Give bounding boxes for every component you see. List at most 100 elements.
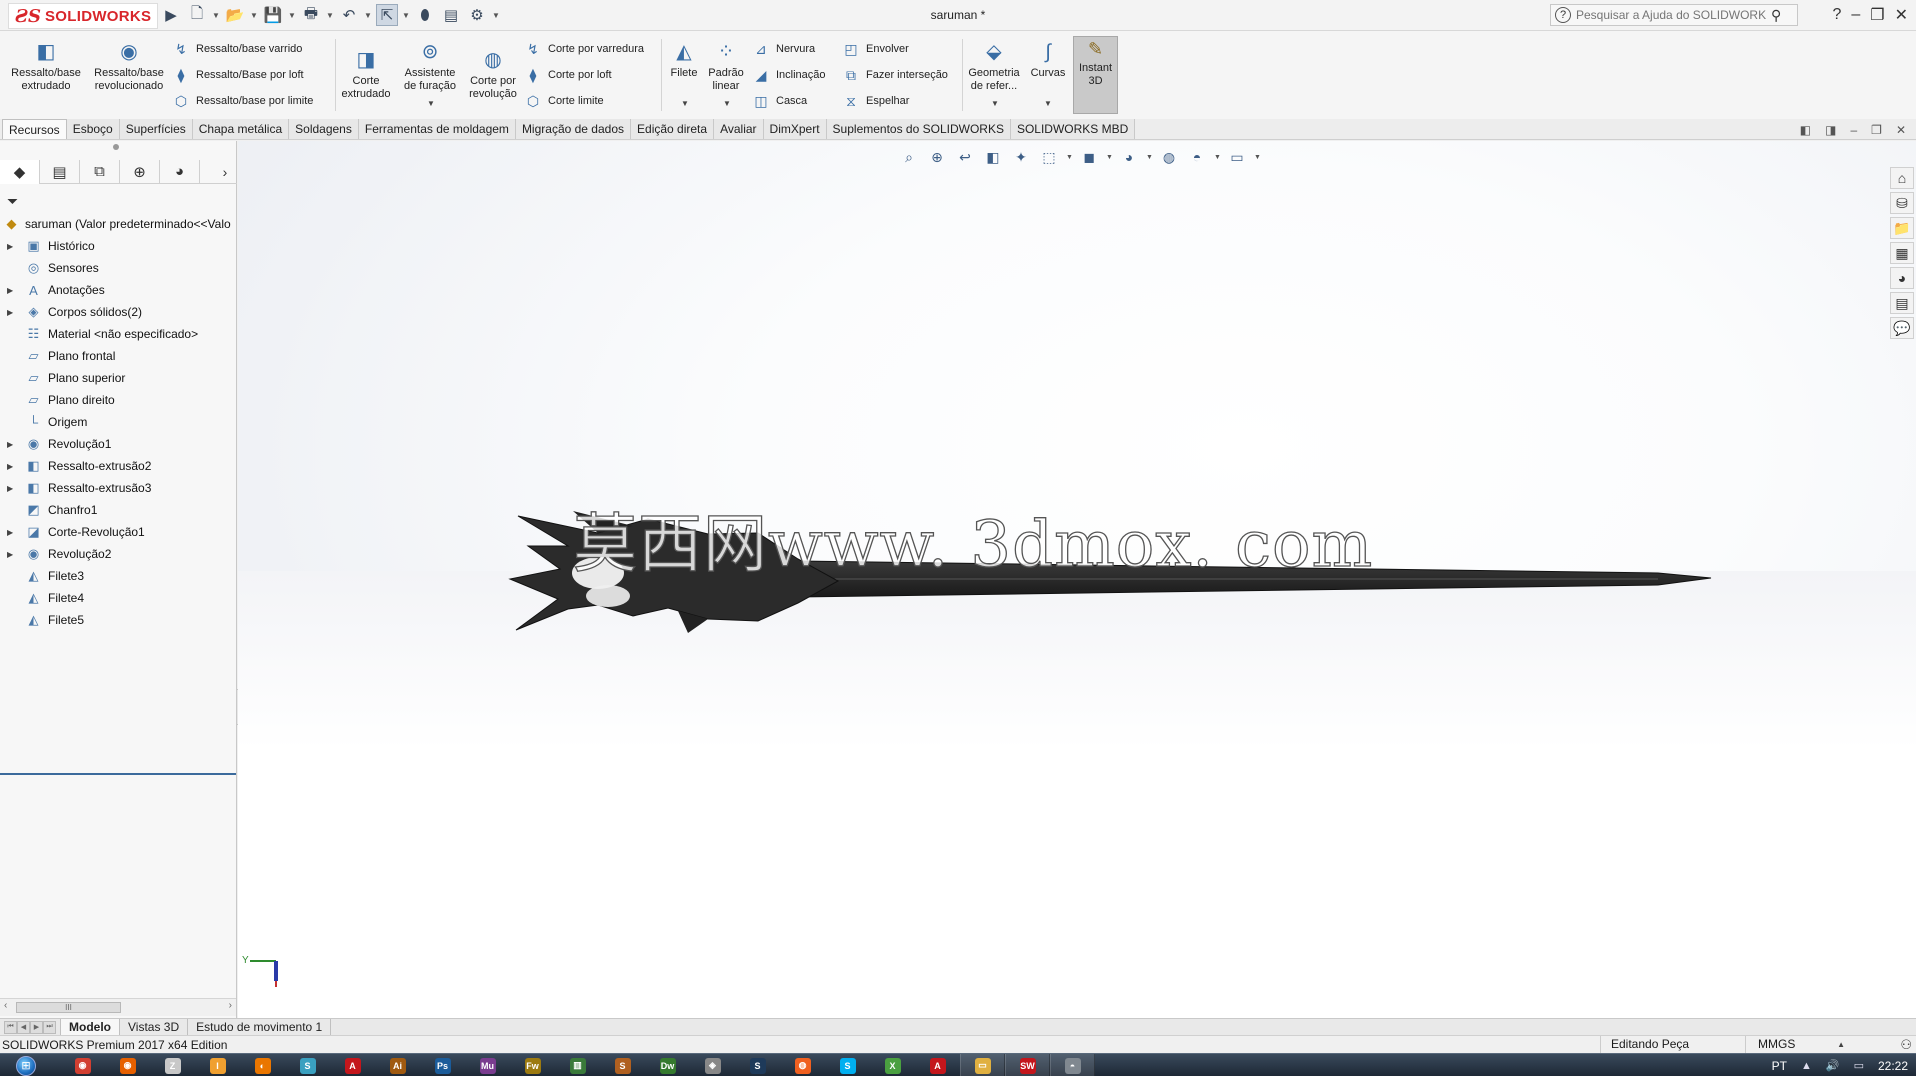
expand-arrow-icon[interactable]: ▶ — [7, 440, 13, 449]
taskbar-app-button[interactable]: S — [825, 1054, 870, 1076]
design-library-icon[interactable]: ⛁ — [1890, 192, 1914, 214]
display-manager-tab-icon[interactable]: ◕ — [160, 159, 200, 184]
taskbar-app-button[interactable]: Mu — [465, 1054, 510, 1076]
taskbar-app-button[interactable]: S — [285, 1054, 330, 1076]
taskbar-app-button[interactable]: S — [600, 1054, 645, 1076]
start-button[interactable]: ⊞ — [7, 1054, 45, 1076]
unit-system-caret-icon[interactable]: ▲ — [1837, 1036, 1845, 1053]
tab-motion-study[interactable]: Estudo de movimento 1 — [188, 1018, 332, 1036]
new-dropdown-icon[interactable]: ▼ — [212, 11, 220, 20]
expand-arrow-icon[interactable]: ▶ — [7, 286, 13, 295]
extruded-boss-button[interactable]: ◧ Ressalto/base extrudado — [8, 39, 84, 93]
help-menu-button[interactable]: ? — [1832, 6, 1841, 24]
file-properties-icon[interactable]: ▤ — [440, 4, 462, 26]
boundary-boss-button[interactable]: ⬡ Ressalto/base por limite — [172, 91, 314, 111]
unit-system-selector[interactable]: MMGS ▲ — [1745, 1036, 1865, 1054]
tab-2[interactable]: Superfícies — [119, 119, 193, 139]
network-icon[interactable]: ▭ — [1854, 1059, 1864, 1072]
tree-item[interactable]: ▶ ◉ Revolução1 — [0, 433, 237, 455]
first-tab-icon[interactable]: ⏮ — [4, 1020, 17, 1034]
taskbar-app-button[interactable]: Ai — [375, 1054, 420, 1076]
select-dropdown-icon[interactable]: ▼ — [402, 11, 410, 20]
tab-9[interactable]: DimXpert — [763, 119, 827, 139]
taskbar-app-button[interactable]: ◉ — [60, 1054, 105, 1076]
view-orientation-dropdown-icon[interactable]: ▼ — [1066, 154, 1073, 161]
hide-show-dropdown-icon[interactable]: ▼ — [1146, 154, 1153, 161]
tree-item[interactable]: └ Origem — [0, 411, 237, 433]
tile-left-icon[interactable]: ◧ — [1800, 123, 1811, 137]
taskbar-app-button[interactable]: Fw — [510, 1054, 555, 1076]
taskbar-app-button[interactable]: A — [330, 1054, 375, 1076]
intersect-button[interactable]: ⧉ Fazer interseção — [842, 65, 948, 85]
doc-restore-icon[interactable]: ❐ — [1871, 123, 1882, 137]
tab-6[interactable]: Migração de dados — [515, 119, 632, 139]
minimize-icon[interactable]: – — [1851, 6, 1860, 24]
help-search-input[interactable] — [1576, 8, 1766, 22]
panel-grip[interactable] — [113, 144, 119, 150]
lofted-boss-button[interactable]: ⧫ Ressalto/Base por loft — [172, 65, 304, 85]
taskbar-app-button[interactable]: Ps — [420, 1054, 465, 1076]
taskbar-app-button[interactable]: A — [915, 1054, 960, 1076]
tree-item[interactable]: ◭ Filete4 — [0, 587, 237, 609]
rollback-bar[interactable] — [0, 773, 236, 775]
expand-arrow-icon[interactable]: ▶ — [7, 528, 13, 537]
tree-root-part[interactable]: ◆ saruman (Valor predeterminado<<Valo — [0, 213, 237, 235]
display-style-dropdown-icon[interactable]: ▼ — [1106, 154, 1113, 161]
tree-item[interactable]: ▶ ▣ Histórico — [0, 235, 237, 257]
print-dropdown-icon[interactable]: ▼ — [326, 11, 334, 20]
menu-expand-arrow-icon[interactable]: ▶ — [160, 4, 182, 26]
options-gear-icon[interactable]: ⚙ — [466, 4, 488, 26]
tab-3d-views[interactable]: Vistas 3D — [120, 1018, 189, 1036]
taskbar-app-button[interactable]: ◈ — [690, 1054, 735, 1076]
display-style-icon[interactable]: ◼ — [1078, 147, 1100, 167]
tree-item[interactable]: ▶ ◉ Revolução2 — [0, 543, 237, 565]
options-dropdown-icon[interactable]: ▼ — [492, 11, 500, 20]
instant3d-toggle-button[interactable]: ✎ Instant 3D — [1073, 36, 1118, 114]
linear-pattern-button[interactable]: ⁘ Padrão linear — [704, 39, 748, 93]
scene-dropdown-icon[interactable]: ▼ — [1214, 154, 1221, 161]
next-tab-icon[interactable]: ▶ — [30, 1020, 43, 1034]
tab-model[interactable]: Modelo — [60, 1018, 120, 1036]
filter-icon[interactable]: ⏷ — [7, 193, 18, 210]
undo-icon[interactable]: ↶ — [338, 4, 360, 26]
customize-statusbar-icon[interactable]: ⚇ — [1900, 1037, 1912, 1053]
tab-8[interactable]: Avaliar — [714, 119, 764, 139]
hide-show-items-icon[interactable]: ◕ — [1118, 147, 1140, 167]
more-tabs-chevron-icon[interactable]: › — [213, 160, 237, 184]
previous-view-icon[interactable]: ↩ — [954, 147, 976, 167]
language-indicator[interactable]: PT — [1772, 1059, 1787, 1073]
select-pointer-icon[interactable]: ⇱ — [376, 4, 398, 26]
taskbar-app-button[interactable]: ▭ — [960, 1054, 1005, 1076]
tab-5[interactable]: Ferramentas de moldagem — [358, 119, 516, 139]
tab-7[interactable]: Edição direta — [631, 119, 715, 139]
expand-arrow-icon[interactable]: ▶ — [7, 308, 13, 317]
last-tab-icon[interactable]: ⏭ — [43, 1020, 56, 1034]
tree-item[interactable]: ◎ Sensores — [0, 257, 237, 279]
tree-item[interactable]: ▱ Plano superior — [0, 367, 237, 389]
tab-11[interactable]: SOLIDWORKS MBD — [1010, 119, 1136, 139]
curves-button[interactable]: ∫ Curvas — [1028, 39, 1068, 80]
fillet-button[interactable]: ◭ Filete — [664, 39, 704, 80]
swept-boss-button[interactable]: ↯ Ressalto/base varrido — [172, 39, 302, 59]
save-dropdown-icon[interactable]: ▼ — [288, 11, 296, 20]
custom-properties-icon[interactable]: ▤ — [1890, 292, 1914, 314]
print-icon[interactable]: 🖶 — [300, 4, 322, 26]
view-palette-icon[interactable]: ▦ — [1890, 242, 1914, 264]
taskbar-app-button[interactable]: ◉ — [105, 1054, 150, 1076]
open-dropdown-icon[interactable]: ▼ — [250, 11, 258, 20]
help-search-box[interactable]: ? ⚲ — [1550, 4, 1798, 26]
search-icon[interactable]: ⚲ — [1771, 7, 1781, 24]
view-orientation-icon[interactable]: ⬚ — [1038, 147, 1060, 167]
view-settings-icon[interactable]: ▭ — [1226, 147, 1248, 167]
taskbar-app-button[interactable]: ◍ — [780, 1054, 825, 1076]
graphics-area[interactable]: ⌕ ⊕ ↩ ◧ ✦ ⬚ ▼ ◼ ▼ ◕ ▼ ◍ ◓ ▼ ▭ ▼ ⌂ ⛁ 📁 ▦ ◕ ▤ 💬 — [238, 141, 1916, 1018]
view-settings-dropdown-icon[interactable]: ▼ — [1254, 154, 1261, 161]
taskbar-app-button[interactable]: ◐ — [240, 1054, 285, 1076]
tree-item[interactable]: ▱ Plano direito — [0, 389, 237, 411]
dynamic-annotation-icon[interactable]: ✦ — [1010, 147, 1032, 167]
doc-close-icon[interactable]: ✕ — [1896, 123, 1906, 137]
section-view-icon[interactable]: ◧ — [982, 147, 1004, 167]
tab-1[interactable]: Esboço — [66, 119, 120, 139]
tree-item[interactable]: ▶ ◈ Corpos sólidos(2) — [0, 301, 237, 323]
expand-arrow-icon[interactable]: ▶ — [7, 462, 13, 471]
